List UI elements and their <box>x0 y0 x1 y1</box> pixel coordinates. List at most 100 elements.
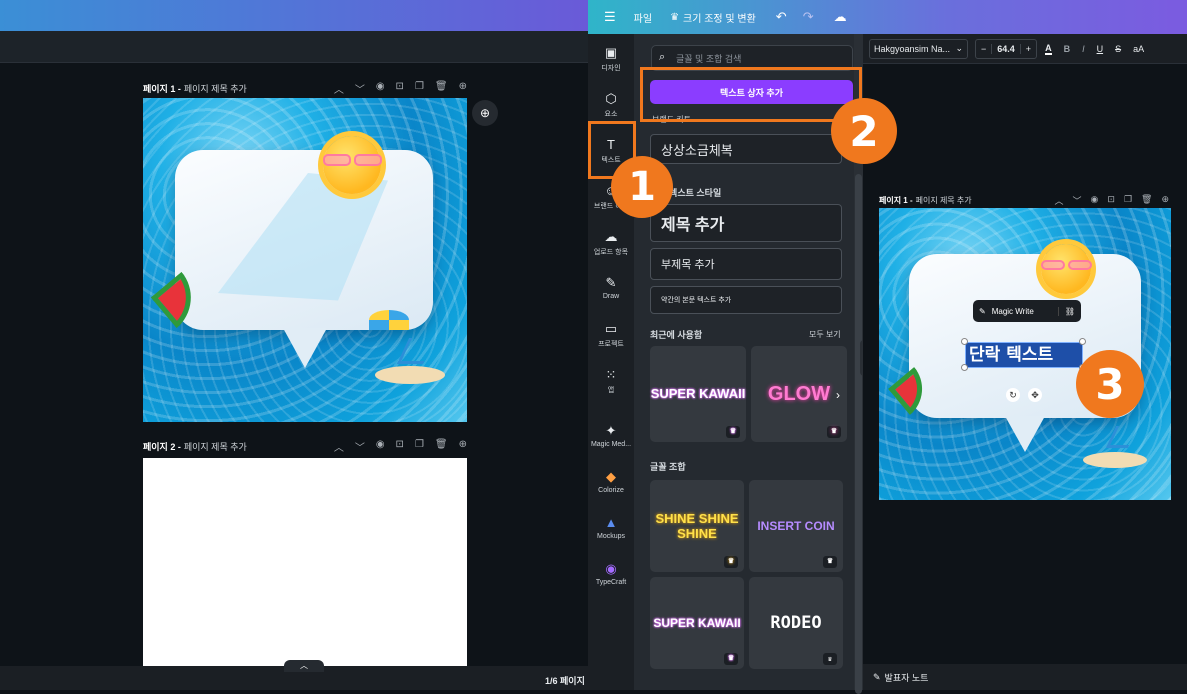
rail-draw[interactable]: ✎ Draw <box>588 275 634 301</box>
duplicate-icon[interactable]: ❐ <box>415 81 424 96</box>
combo-tile-insert-coin[interactable]: INSERT COIN ♛ <box>749 480 843 572</box>
add-page-icon[interactable]: ⊕ <box>459 81 467 96</box>
right-page-title[interactable]: 페이지 제목 추가 <box>916 195 972 206</box>
rail-projects[interactable]: ▭ 프로젝트 <box>588 322 634 349</box>
rail-magic-media[interactable]: ✦ Magic Med... <box>588 423 634 449</box>
move-icon[interactable]: ✥ <box>1028 388 1042 402</box>
format-toolbar: Hakgyoansim Na... ⌄ − 64.4 + A B I U S aA <box>863 34 1187 64</box>
recent-tile-kawaii[interactable]: SUPER KAWAII ♛ <box>650 346 746 442</box>
header-gradient <box>0 0 588 31</box>
draw-icon: ✎ <box>605 275 617 290</box>
lock-icon[interactable]: ⊡ <box>396 439 404 454</box>
strikethrough-button[interactable]: S <box>1115 44 1121 54</box>
add-body-button[interactable]: 약간의 본문 텍스트 추가 <box>650 286 842 314</box>
colorize-icon: ◆ <box>606 469 616 484</box>
font-size-value[interactable]: 64.4 <box>991 43 1021 54</box>
trash-icon[interactable]: 🗑 <box>1141 194 1152 207</box>
text-color-icon[interactable]: A <box>1045 43 1052 55</box>
brand-font-sample[interactable]: 상상소금체복 <box>650 134 842 164</box>
resize-handle[interactable] <box>1079 338 1086 345</box>
recent-heading: 최근에 사용함 <box>650 330 703 340</box>
chevron-down-icon: ⌄ <box>955 43 963 53</box>
page-counter[interactable]: 1/6 페이지 <box>545 674 585 687</box>
crown-icon: ♛ <box>823 556 837 568</box>
letter-case-button[interactable]: aA <box>1133 44 1144 54</box>
sunglasses-right <box>1068 260 1092 270</box>
left-editor: 페이지 1 - 페이지 제목 추가 ︿ ﹀ ◉ ⊡ ❐ 🗑 ⊕ ⊕ 페이지 2 … <box>0 0 588 690</box>
rail-apps[interactable]: ⁙ 앱 <box>588 368 634 395</box>
rail-design[interactable]: ▣ 디자인 <box>588 46 634 73</box>
resize-menu[interactable]: 크기 조정 및 변환 <box>683 10 756 25</box>
chevron-down-icon[interactable]: ﹀ <box>355 439 365 454</box>
duplicate-icon[interactable]: ❐ <box>1124 194 1132 207</box>
cloud-save-icon[interactable]: ☁ <box>834 9 847 25</box>
combos-heading: 글꼴 조합 <box>650 462 686 472</box>
font-size-stepper[interactable]: − 64.4 + <box>975 38 1038 59</box>
rail-uploads[interactable]: ☁ 업로드 항목 <box>588 230 634 257</box>
add-subheading-button[interactable]: 부제목 추가 <box>650 248 842 280</box>
selected-text-box[interactable]: 단락 텍스트 <box>965 342 1083 368</box>
redo-icon[interactable]: ↷ <box>803 9 814 25</box>
lock-icon[interactable]: ⊡ <box>396 81 404 96</box>
add-page-icon[interactable]: ⊕ <box>1161 194 1169 207</box>
chevron-down-icon[interactable]: ﹀ <box>355 81 365 96</box>
page1-tools: ︿ ﹀ ◉ ⊡ ❐ 🗑 ⊕ <box>334 81 467 96</box>
page1-canvas[interactable] <box>143 98 467 422</box>
trash-icon[interactable]: 🗑 <box>435 439 448 454</box>
chevron-down-icon[interactable]: ﹀ <box>1073 194 1082 207</box>
link-icon[interactable]: ⛓ <box>1057 306 1075 316</box>
page1-header: 페이지 1 - 페이지 제목 추가 ︿ ﹀ ◉ ⊡ ❐ 🗑 ⊕ <box>143 78 467 98</box>
rail-typecraft[interactable]: ◉ TypeCraft <box>588 562 634 587</box>
crown-icon: ♛ <box>724 653 738 665</box>
lock-icon[interactable]: ⊡ <box>1107 194 1115 207</box>
add-heading-button[interactable]: 제목 추가 <box>650 204 842 242</box>
resize-handle[interactable] <box>961 338 968 345</box>
eye-icon[interactable]: ◉ <box>376 81 385 96</box>
chevron-up-icon[interactable]: ︿ <box>1055 194 1064 207</box>
undo-icon[interactable]: ↶ <box>776 9 787 25</box>
chevron-right-icon[interactable]: › <box>836 388 840 402</box>
magic-write-toolbar: ✎ Magic Write ⛓ <box>973 300 1081 322</box>
speaker-notes-button[interactable]: 발표자 노트 <box>885 671 929 684</box>
right-page-header: 페이지 1 - 페이지 제목 추가 ︿ ﹀ ◉ ⊡ ❐ 🗑 ⊕ <box>879 190 1169 210</box>
trash-icon[interactable]: 🗑 <box>435 81 448 96</box>
hamburger-icon[interactable]: ☰ <box>604 9 616 25</box>
eye-icon[interactable]: ◉ <box>376 439 385 454</box>
page2-title[interactable]: 페이지 제목 추가 <box>184 440 247 453</box>
comment-add-icon[interactable]: ⊕ <box>472 100 498 126</box>
duplicate-icon[interactable]: ❐ <box>415 439 424 454</box>
rail-colorize[interactable]: ◆ Colorize <box>588 469 634 495</box>
text-panel: ⌕ 글꼴 및 조합 검색 텍스트 상자 추가 브랜드 키트 상상소금체복 기본 … <box>634 34 862 690</box>
eye-icon[interactable]: ◉ <box>1091 194 1099 207</box>
bold-button[interactable]: B <box>1064 44 1071 54</box>
underline-button[interactable]: U <box>1097 44 1104 54</box>
rail-elements[interactable]: ⬡ 요소 <box>588 92 634 119</box>
combo-tile-kawaii[interactable]: SUPER KAWAII ♛ <box>650 577 744 669</box>
chevron-up-icon[interactable]: ︿ <box>284 660 324 672</box>
increase-size-button[interactable]: + <box>1021 44 1036 54</box>
chevron-up-icon[interactable]: ︿ <box>334 439 344 454</box>
add-page-icon[interactable]: ⊕ <box>459 439 467 454</box>
file-menu[interactable]: 파일 <box>634 10 652 25</box>
magic-write-button[interactable]: Magic Write <box>992 307 1034 316</box>
magic-media-icon: ✦ <box>605 423 617 438</box>
italic-button[interactable]: I <box>1082 44 1085 54</box>
chevron-up-icon[interactable]: ︿ <box>334 81 344 96</box>
search-icon: ⌕ <box>659 51 666 63</box>
crown-icon: ♛ <box>827 426 841 438</box>
see-all-link[interactable]: 모두 보기 <box>809 329 841 340</box>
combo-tile-rodeo[interactable]: RODEO ♛ <box>749 577 843 669</box>
rail-mockups[interactable]: ▲ Mockups <box>588 516 634 541</box>
page2-canvas[interactable] <box>143 458 467 668</box>
resize-handle[interactable] <box>961 364 968 371</box>
crown-icon: ♛ <box>726 426 740 438</box>
bubble-tail <box>283 328 327 368</box>
font-selector[interactable]: Hakgyoansim Na... ⌄ <box>869 38 968 59</box>
folder-icon: ▭ <box>604 321 618 336</box>
decrease-size-button[interactable]: − <box>976 44 991 54</box>
scrollbar-thumb[interactable] <box>855 174 862 694</box>
combo-tile-shine[interactable]: SHINE SHINE SHINE ♛ <box>650 480 744 572</box>
rotate-icon[interactable]: ↻ <box>1006 388 1020 402</box>
page1-title[interactable]: 페이지 제목 추가 <box>184 82 247 95</box>
recent-tile-glow[interactable]: GLOW ♛ <box>751 346 847 442</box>
